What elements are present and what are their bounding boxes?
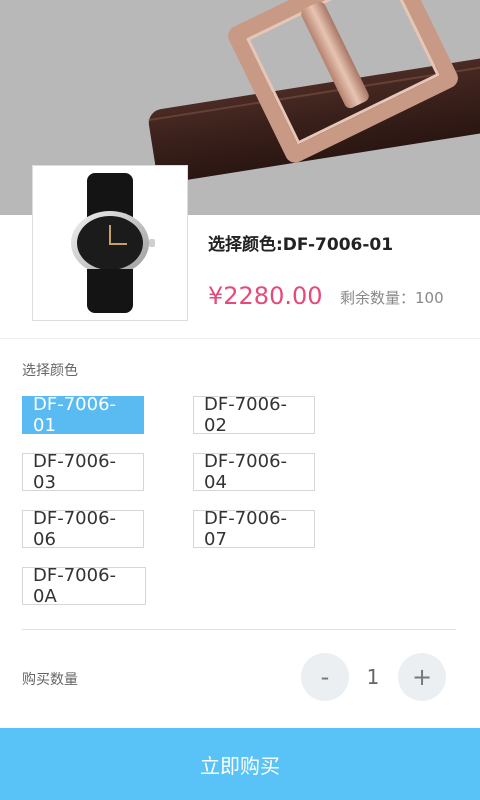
buy-now-button[interactable]: 立即购买 bbox=[0, 728, 480, 800]
watch-image bbox=[65, 173, 155, 313]
color-option-df-7006-07[interactable]: DF-7006-07 bbox=[193, 508, 315, 550]
product-title: 选择颜色:DF-7006-01 bbox=[208, 235, 394, 255]
quantity-label: 购买数量 bbox=[22, 672, 78, 688]
color-option-df-7006-03[interactable]: DF-7006-03 bbox=[22, 451, 144, 493]
color-option-df-7006-06[interactable]: DF-7006-06 bbox=[22, 508, 144, 550]
color-option-df-7006-04[interactable]: DF-7006-04 bbox=[193, 451, 315, 493]
product-thumbnail[interactable] bbox=[32, 165, 188, 321]
watch-crown bbox=[149, 239, 155, 247]
stock-count: 剩余数量：100 bbox=[340, 289, 444, 307]
quantity-value[interactable]: 1 bbox=[362, 665, 384, 689]
quantity-increase-button[interactable]: + bbox=[398, 653, 446, 701]
watch-hand bbox=[109, 243, 127, 245]
color-option-df-7006-0a[interactable]: DF-7006-0A bbox=[22, 565, 146, 607]
color-option-df-7006-01[interactable]: DF-7006-01 bbox=[22, 394, 144, 436]
color-section-label: 选择颜色 bbox=[22, 363, 78, 379]
divider bbox=[22, 629, 456, 630]
color-option-df-7006-02[interactable]: DF-7006-02 bbox=[193, 394, 315, 436]
watch-hand bbox=[109, 225, 111, 245]
quantity-decrease-button[interactable]: - bbox=[301, 653, 349, 701]
divider bbox=[0, 338, 480, 339]
product-price: ¥2280.00 bbox=[208, 282, 323, 310]
watch-band-bottom bbox=[87, 269, 133, 313]
